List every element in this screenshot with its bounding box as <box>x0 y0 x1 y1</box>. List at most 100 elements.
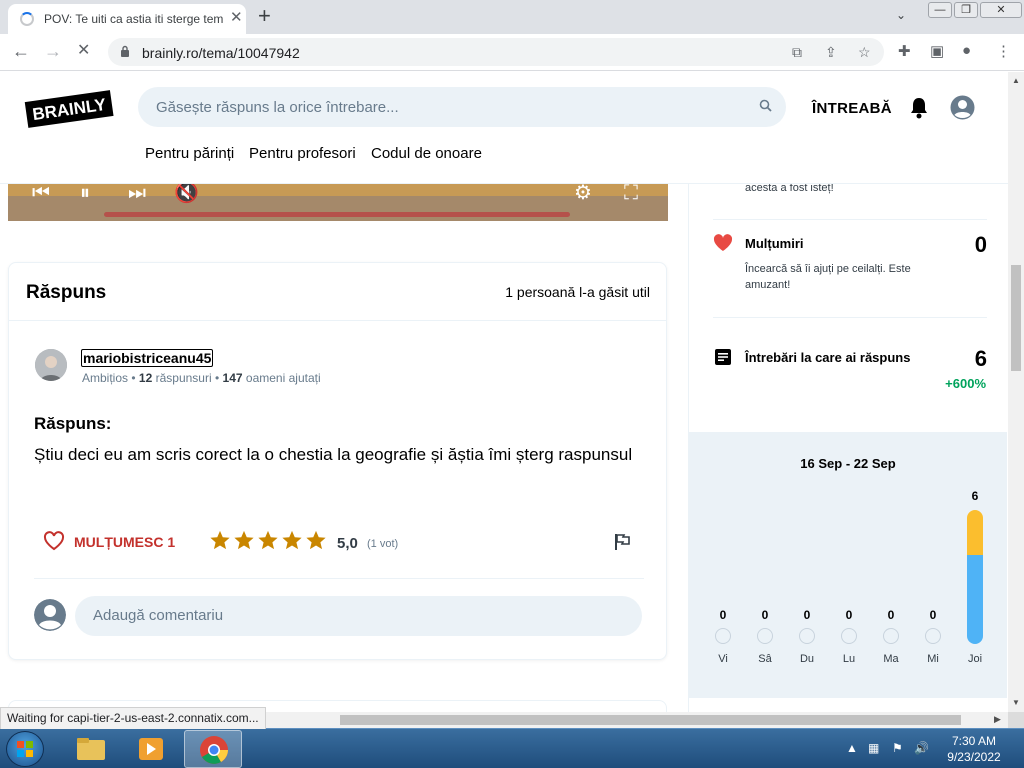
day-name: Joi <box>967 653 983 665</box>
chrome-taskbar-button[interactable] <box>184 730 242 768</box>
loading-spinner-icon <box>20 12 34 26</box>
fullscreen-icon[interactable]: ⛶ <box>624 182 638 204</box>
clock-date: 9/23/2022 <box>947 750 1001 764</box>
search-icon[interactable] <box>758 98 774 114</box>
author-answers-count: 12 <box>138 371 153 385</box>
answered-stat-label: Întrebări la care ai răspuns <box>745 350 911 365</box>
show-hidden-icons-icon[interactable]: ▲ <box>846 741 858 755</box>
answered-stat-value: 6 <box>974 346 987 371</box>
pause-icon[interactable]: ⏸ <box>80 182 90 204</box>
author-photo-icon <box>35 349 67 381</box>
system-clock[interactable]: 7:30 AM 9/23/2022 <box>938 733 1010 765</box>
file-explorer-taskbar-button[interactable] <box>62 730 120 768</box>
day-name: Sâ <box>758 653 772 665</box>
nav-parents-link[interactable]: Pentru părinți <box>145 145 234 162</box>
tab-search-chevron-icon[interactable]: ⌄ <box>896 8 906 22</box>
vertical-scroll-thumb[interactable] <box>1011 265 1021 371</box>
day-name: Ma <box>883 653 899 665</box>
flag-icon[interactable] <box>613 533 631 551</box>
comment-input[interactable]: Adaugă comentariu <box>75 596 642 636</box>
author-helped-label: oameni ajutați <box>245 371 321 385</box>
stop-loading-button[interactable]: ✕ <box>77 41 90 61</box>
scrollbar-corner <box>1008 712 1024 728</box>
thanks-stat-description: Încearcă să îi ajuți pe ceilalți. Este a… <box>745 263 911 291</box>
bookmark-star-icon[interactable]: ☆ <box>858 44 871 61</box>
profile-icon[interactable]: ● <box>962 42 971 59</box>
answer-card: Răspuns 1 persoană l-a găsit util mariob… <box>8 262 667 660</box>
browser-menu-icon[interactable]: ⋮ <box>996 42 1011 60</box>
day-count: 0 <box>803 608 811 622</box>
horizontal-scroll-thumb[interactable] <box>340 715 961 725</box>
vertical-scrollbar[interactable]: ▲ ▼ <box>1008 72 1024 712</box>
day-count: 0 <box>845 608 853 622</box>
bar-segment-yellow <box>967 510 983 555</box>
search-bar[interactable]: Găsește răspuns la orice întrebare... <box>138 87 786 127</box>
browser-tab[interactable]: POV: Te uiti ca astia iti sterge tem ✕ <box>8 4 246 34</box>
extensions-icon[interactable]: ✚ <box>898 42 911 60</box>
scroll-down-icon[interactable]: ▼ <box>1012 698 1020 707</box>
day-count: 6 <box>971 489 979 503</box>
media-player-taskbar-button[interactable] <box>122 730 180 768</box>
skip-back-icon[interactable]: ⏮ <box>32 182 50 204</box>
start-button[interactable] <box>6 731 44 767</box>
day-dot-icon <box>841 628 857 644</box>
translate-icon[interactable]: ⧉ <box>792 44 802 61</box>
action-center-icon[interactable]: ⚑ <box>892 741 903 755</box>
star-icon[interactable] <box>257 529 279 551</box>
skip-forward-icon[interactable]: ⏭ <box>128 182 146 204</box>
lock-icon <box>121 45 129 57</box>
day-dot-icon <box>799 628 815 644</box>
author-avatar[interactable] <box>35 349 67 381</box>
close-window-button[interactable]: ✕ <box>980 2 1022 18</box>
folder-icon <box>77 738 105 760</box>
comment-avatar-icon <box>34 599 66 631</box>
star-icon[interactable] <box>305 529 327 551</box>
answer-card-header: Răspuns 1 persoană l-a găsit util <box>9 263 666 321</box>
week-range: 16 Sep - 22 Sep <box>800 456 896 471</box>
thanks-stat-value: 0 <box>974 232 987 257</box>
answered-stat: Întrebări la care ai răspuns 6 <box>713 346 987 371</box>
day-count: 0 <box>887 608 895 622</box>
day-count: 0 <box>761 608 769 622</box>
star-icon[interactable] <box>281 529 303 551</box>
brainly-logo[interactable]: BRAINLY <box>24 88 114 128</box>
answer-label: Răspuns: <box>34 414 112 433</box>
video-settings-icon[interactable]: ⚙ <box>574 182 592 204</box>
volume-icon[interactable]: 🔊 <box>914 741 929 755</box>
day-dot-icon <box>883 628 899 644</box>
sidebar-stats: acesta a fost isteț! Mulțumiri 0 Încearc… <box>688 182 1008 712</box>
tab-close-icon[interactable]: ✕ <box>230 10 243 26</box>
scroll-right-icon[interactable]: ▶ <box>994 714 1001 725</box>
star-icon[interactable] <box>233 529 255 551</box>
address-bar[interactable]: brainly.ro/tema/10047942 ⧉ ⇪ ☆ <box>108 38 884 66</box>
new-tab-button[interactable]: + <box>258 4 271 28</box>
bell-icon[interactable] <box>908 96 930 120</box>
answer-text: Știu deci eu am scris corect la o chesti… <box>34 445 633 464</box>
heart-icon <box>43 531 65 551</box>
windows-logo-icon <box>17 741 33 757</box>
minimize-button[interactable]: — <box>928 2 952 18</box>
network-icon[interactable]: ▦ <box>868 741 879 755</box>
forward-button[interactable]: → <box>44 41 62 61</box>
user-avatar-icon[interactable] <box>950 95 975 120</box>
star-icon[interactable] <box>209 529 231 551</box>
ask-question-button[interactable]: ÎNTREABĂ <box>812 100 892 117</box>
back-button[interactable]: ← <box>12 41 30 61</box>
maximize-button[interactable]: ❐ <box>954 2 978 18</box>
sidebar-divider <box>713 317 987 318</box>
rating-value: 5,0 <box>337 535 358 552</box>
nav-teachers-link[interactable]: Pentru profesori <box>249 145 356 162</box>
share-icon[interactable]: ⇪ <box>825 44 837 61</box>
day-name: Vi <box>718 653 728 665</box>
mute-icon[interactable]: 🔇 <box>174 182 199 204</box>
scroll-up-icon[interactable]: ▲ <box>1012 76 1020 85</box>
bar-segment-blue <box>967 555 983 644</box>
answered-growth: +600% <box>945 376 986 391</box>
nav-honor-code-link[interactable]: Codul de onoare <box>371 145 482 162</box>
video-progress-bar[interactable] <box>104 212 570 217</box>
browser-tab-bar: POV: Te uiti ca astia iti sterge tem ✕ +… <box>0 0 1024 34</box>
list-icon <box>715 349 731 365</box>
author-name-link[interactable]: mariobistriceanu45 <box>81 349 214 367</box>
side-panel-icon[interactable]: ▣ <box>930 42 944 60</box>
thanks-stat: Mulțumiri 0 <box>713 232 987 257</box>
